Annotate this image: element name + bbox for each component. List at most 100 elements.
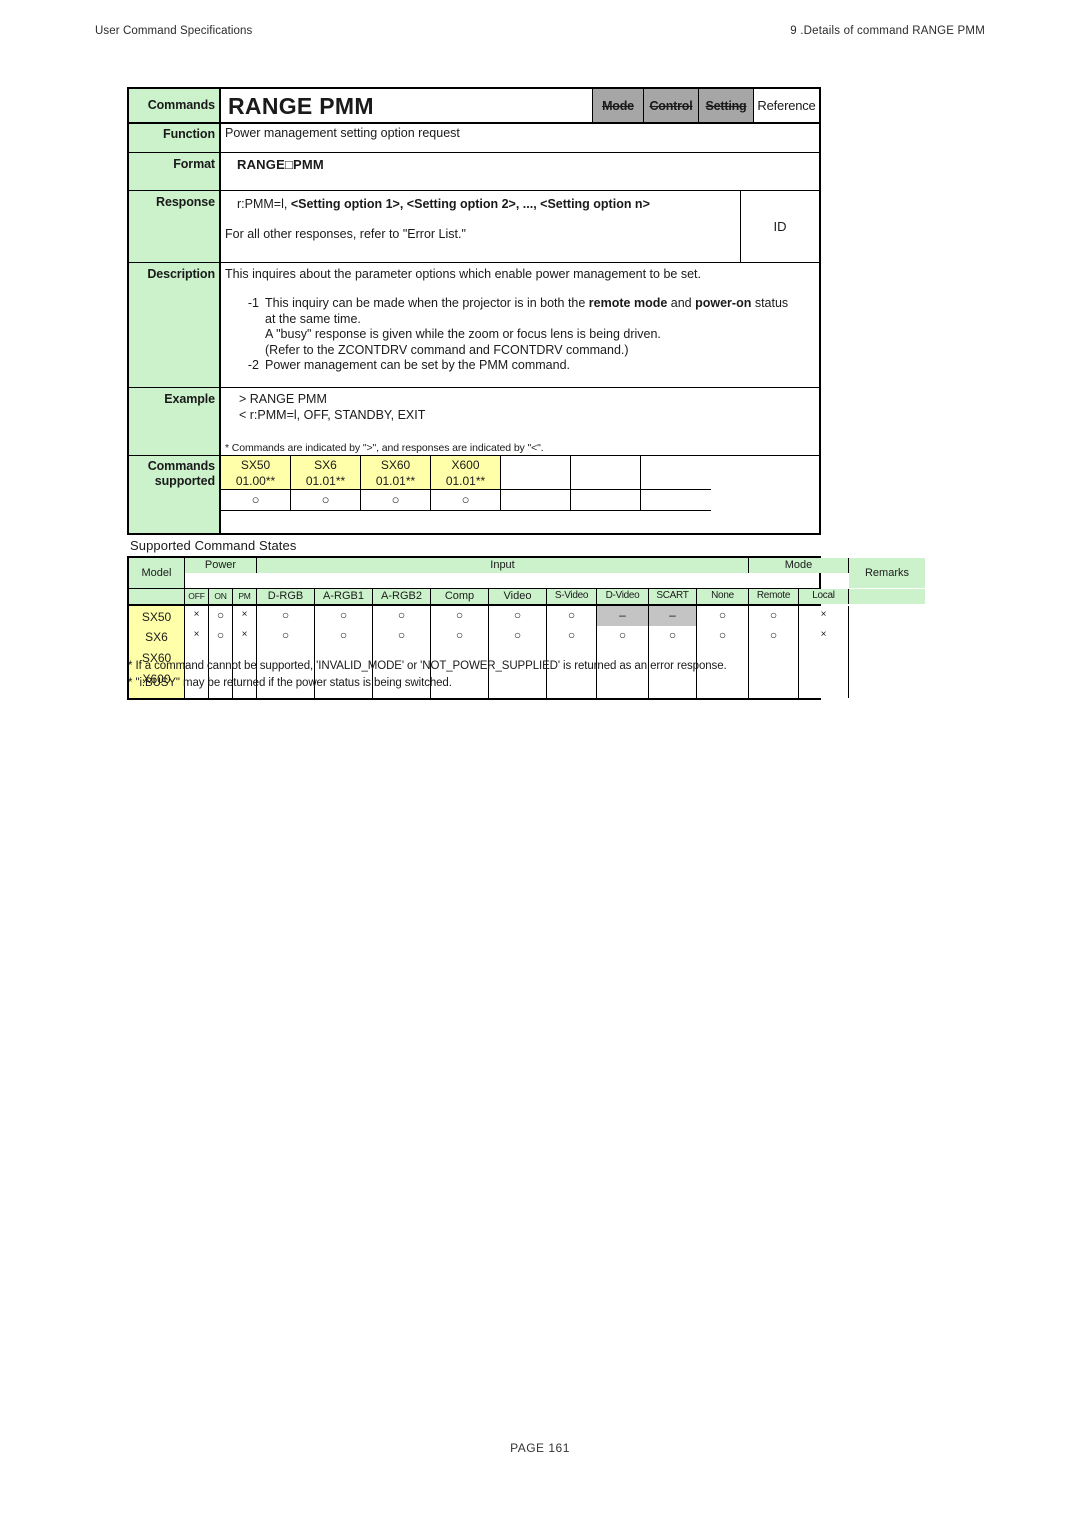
commands-supported-label-line1: Commands: [147, 459, 215, 473]
format-text: RANGE□PMM: [237, 157, 324, 172]
commands-supported-model-name: SX50: [240, 458, 271, 472]
states-row-model-name: SX50: [141, 610, 172, 624]
states-row-model-cell: SX50: [129, 606, 185, 626]
commands-supported-mark-cell: ○: [461, 492, 470, 507]
commands-supported-model-cell: SX60 01.01**: [361, 456, 430, 490]
row-label-example: Example: [129, 388, 221, 455]
commands-supported-mark-cell: ○: [391, 492, 400, 507]
states-header-mode: Mode: [749, 558, 849, 573]
states-row-mark-cell: ○: [749, 626, 799, 698]
states-subheader-input-a-rgb1: A-RGB1: [315, 589, 373, 604]
description-item-text: Power management can be set by the PMM c…: [265, 358, 571, 372]
states-row-mark-cell: ×: [799, 606, 849, 626]
states-table-row: SX50 × ○ × ○ ○ ○ ○ ○ ○ – – ○ ○ ×: [129, 606, 925, 626]
states-sub-header-row: OFF ON PM D-RGB A-RGB1 A-RGB2 Comp Video S-Video…: [129, 589, 925, 606]
description-intro: This inquires about the parameter option…: [225, 267, 701, 281]
category-mode[interactable]: Mode: [592, 89, 643, 122]
row-label-format: Format: [129, 153, 221, 190]
commands-supported-label-line2: supported: [154, 474, 215, 488]
commands-supported-model-version: 01.01**: [305, 474, 346, 488]
description-items: -1 This inquiry can be made when the proj…: [225, 296, 815, 374]
command-name: RANGE PMM: [228, 93, 374, 119]
states-subheader-remarks-spacer: [849, 589, 925, 604]
category-reference[interactable]: Reference: [753, 89, 819, 122]
commands-supported-column: X600 01.01** ○: [431, 456, 501, 511]
commands-supported-mark-cell: [571, 490, 640, 510]
description-row: Description This inquires about the para…: [129, 263, 819, 388]
states-row-mark-cell: ○: [547, 606, 597, 626]
response-options: <Setting option 1>, <Setting option 2>, …: [290, 197, 650, 211]
states-row-mark-cell: –: [649, 606, 697, 626]
response-line-2: For all other responses, refer to "Error…: [225, 227, 466, 241]
example-line: < r:PMM=l, OFF, STANDBY, EXIT: [239, 407, 426, 422]
states-subheader-mode-local: Local: [799, 589, 849, 604]
commands-supported-model-name: X600: [451, 458, 480, 472]
description-item-number: -1: [247, 296, 259, 310]
states-row-mark-cell: ×: [233, 606, 257, 626]
page-header: User Command Specifications 9 .Details o…: [95, 25, 985, 37]
commands-supported-mark-cell: ○: [251, 492, 260, 507]
states-subheader-input-a-rgb2: A-RGB2: [373, 589, 431, 604]
states-group-header-row: Model Power Input Mode Remarks: [129, 558, 925, 589]
states-row-mark-cell: ○: [431, 606, 489, 626]
states-row-mark-cell: ○: [257, 606, 315, 626]
commands-supported-model-cell: [571, 456, 640, 490]
example-note: * Commands are indicated by ">", and res…: [225, 442, 544, 454]
states-table-title: Supported Command States: [130, 538, 297, 553]
commands-supported-model-cell: SX6 01.01**: [291, 456, 360, 490]
example-body: > RANGE PMM < r:PMM=l, OFF, STANDBY, EXIT…: [221, 388, 819, 455]
states-row-mark-cell: ○: [373, 606, 431, 626]
states-subheader-power-on: ON: [209, 589, 233, 604]
format-row: Format RANGE□PMM: [129, 153, 819, 191]
commands-supported-row: Commands supported SX50 01.00** ○ SX6 01.01*…: [129, 456, 819, 533]
response-id-cell: ID: [773, 219, 787, 234]
command-specification-table: Commands RANGE PMM Mode Control Setting …: [127, 87, 821, 535]
category-setting[interactable]: Setting: [698, 89, 753, 122]
states-subheader-power-pm: PM: [233, 589, 257, 604]
row-label-function: Function: [129, 124, 221, 152]
commands-supported-column: SX6 01.01** ○: [291, 456, 361, 511]
commands-supported-model-cell: SX50 01.00**: [221, 456, 290, 490]
description-item-number: -2: [247, 358, 259, 372]
states-subheader-input-video: Video: [489, 589, 547, 604]
commands-supported-model-name: SX60: [380, 458, 411, 472]
states-header-remarks: Remarks: [849, 558, 925, 588]
states-row-mark-cell: ○: [489, 606, 547, 626]
states-row-remarks-cell: [849, 606, 925, 626]
commands-supported-mark-cell: [641, 490, 711, 510]
description-item: -2 Power management can be set by the PMM…: [239, 358, 815, 374]
function-row: Function Power management setting option…: [129, 124, 819, 153]
row-label-commands: Commands: [129, 89, 221, 122]
states-subheader-input-scart: SCART: [649, 589, 697, 604]
states-row-mark-cell: ○: [749, 606, 799, 626]
footnote-line: * "i:BUSY" may be returned if the power …: [128, 677, 452, 689]
footnote-line: * If a command cannot be supported, 'INV…: [128, 660, 727, 672]
commands-supported-column: SX50 01.00** ○: [221, 456, 291, 511]
page-header-left-text: User Command Specifications: [95, 25, 253, 37]
states-subheader-input-none: None: [697, 589, 749, 604]
description-body: This inquires about the parameter option…: [221, 263, 819, 387]
commands-supported-model-name: SX6: [314, 458, 337, 472]
commands-supported-model-version: 01.00**: [235, 474, 276, 488]
page-header-right-text: 9 .Details of command RANGE PMM: [790, 25, 985, 37]
description-item-text: This inquiry can be made when the projec…: [265, 296, 789, 357]
states-row-mark-cell: –: [597, 606, 649, 626]
commands-supported-column: SX60 01.01** ○: [361, 456, 431, 511]
states-subheader-input-d-rgb: D-RGB: [257, 589, 315, 604]
commands-supported-model-version: 01.01**: [445, 474, 486, 488]
commands-supported-filler: [221, 511, 819, 533]
states-header-input: Input: [257, 558, 749, 573]
function-text: Power management setting option request: [225, 126, 460, 140]
example-line: > RANGE PMM: [239, 392, 327, 406]
states-subheader-model-spacer: [129, 589, 185, 604]
states-row-mark-cell: ○: [209, 606, 233, 626]
description-item: -1 This inquiry can be made when the proj…: [239, 296, 815, 358]
example-lines: > RANGE PMM < r:PMM=l, OFF, STANDBY, EXIT: [225, 392, 815, 423]
page-footer: PAGE 161: [510, 1441, 570, 1455]
states-row-mark-cell: ×: [185, 606, 209, 626]
category-control[interactable]: Control: [643, 89, 698, 122]
states-row-model-name: SX6: [145, 630, 168, 644]
commands-supported-model-cell: X600 01.01**: [431, 456, 500, 490]
response-line-1: r:PMM=l, <Setting option 1>, <Setting op…: [237, 196, 736, 212]
response-row: Response r:PMM=l, <Setting option 1>, <S…: [129, 191, 819, 263]
